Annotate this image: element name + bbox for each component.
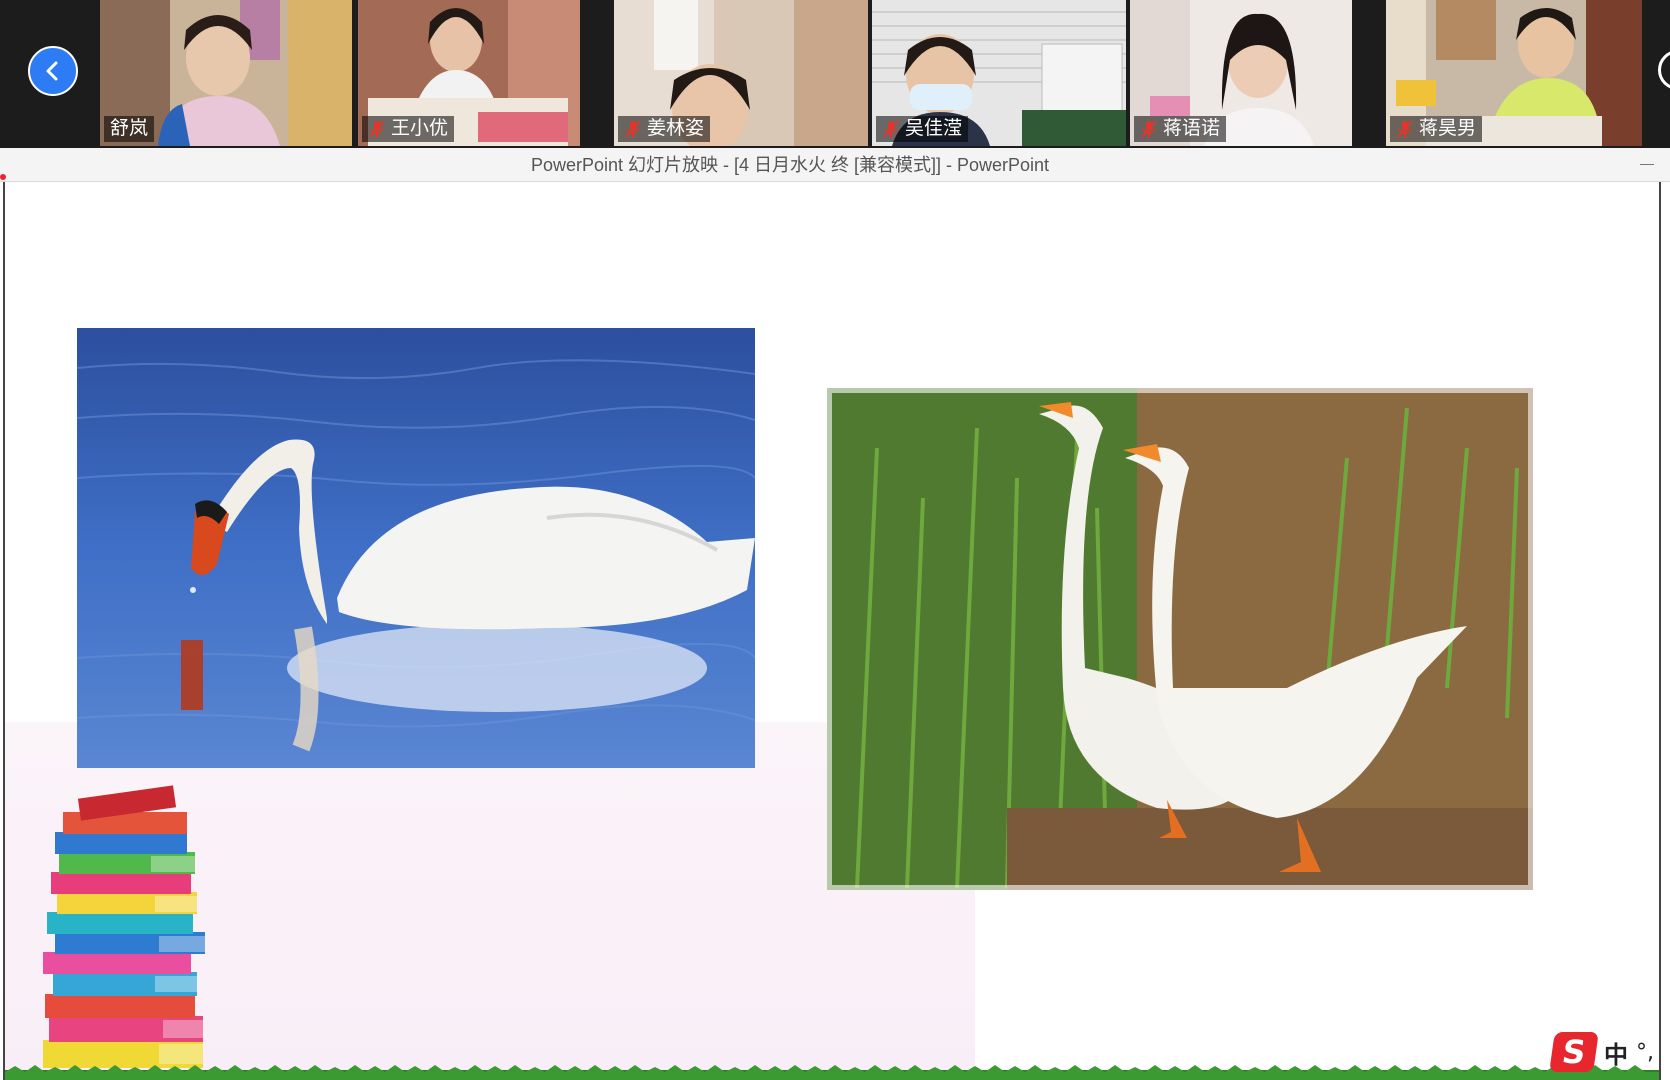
swan-image (77, 328, 755, 768)
geese-photo[interactable] (827, 388, 1533, 890)
participant-name-tag: 蒋昊男 (1390, 116, 1483, 142)
participant-name-tag: 蒋语诺 (1134, 116, 1227, 142)
ime-punctuation-label[interactable]: °, (1636, 1040, 1654, 1065)
participant-name: 蒋语诺 (1163, 118, 1221, 139)
participant-name-tag: 吴佳滢 (876, 116, 969, 142)
participant-name: 蒋昊男 (1419, 118, 1477, 139)
window-title: PowerPoint 幻灯片放映 - [4 日月水火 终 [兼容模式]] - P… (530, 155, 1050, 175)
participant-tile[interactable]: 舒岚 (100, 0, 352, 146)
slide (3, 182, 1661, 1080)
participant-tile[interactable]: 蒋昊男 (1386, 0, 1642, 146)
ime-status-bar[interactable]: S 中 °, (1549, 1032, 1670, 1072)
participant-name-tag: 姜林姿 (618, 116, 711, 142)
ime-mode-label[interactable]: 中 (1604, 1035, 1628, 1070)
recording-indicator (0, 174, 6, 180)
participant-name: 吴佳滢 (905, 118, 963, 139)
participant-name: 姜林姿 (647, 118, 705, 139)
geese-image (827, 388, 1533, 890)
participant-strip: 舒岚 王小优 姜林姿 吴佳滢 蒋语诺 蒋昊男 (0, 0, 1670, 148)
participant-tile[interactable]: 吴佳滢 (872, 0, 1126, 146)
next-participants-button[interactable] (1658, 50, 1670, 90)
mic-off-icon (1397, 120, 1413, 138)
books-stack-illustration (43, 785, 205, 1068)
swan-photo[interactable] (77, 328, 755, 768)
participant-tile[interactable]: 王小优 (358, 0, 580, 146)
mic-off-icon (625, 120, 641, 138)
participant-name-tag: 王小优 (362, 116, 455, 142)
mic-off-icon (1141, 120, 1157, 138)
mic-off-icon (883, 120, 899, 138)
participant-tile[interactable]: 姜林姿 (614, 0, 868, 146)
mic-off-icon (369, 120, 385, 138)
slideshow-titlebar: PowerPoint 幻灯片放映 - [4 日月水火 终 [兼容模式]] - P… (0, 148, 1670, 182)
chevron-left-icon (46, 61, 58, 81)
participant-name-tag: 舒岚 (104, 116, 155, 142)
participant-name: 王小优 (391, 118, 449, 139)
minimize-button[interactable] (1640, 164, 1654, 165)
grass-border (5, 1065, 1659, 1080)
participant-tile[interactable]: 蒋语诺 (1130, 0, 1352, 146)
participant-name: 舒岚 (110, 118, 149, 139)
sogou-ime-icon[interactable]: S (1549, 1032, 1599, 1072)
previous-participants-button[interactable] (28, 46, 78, 96)
